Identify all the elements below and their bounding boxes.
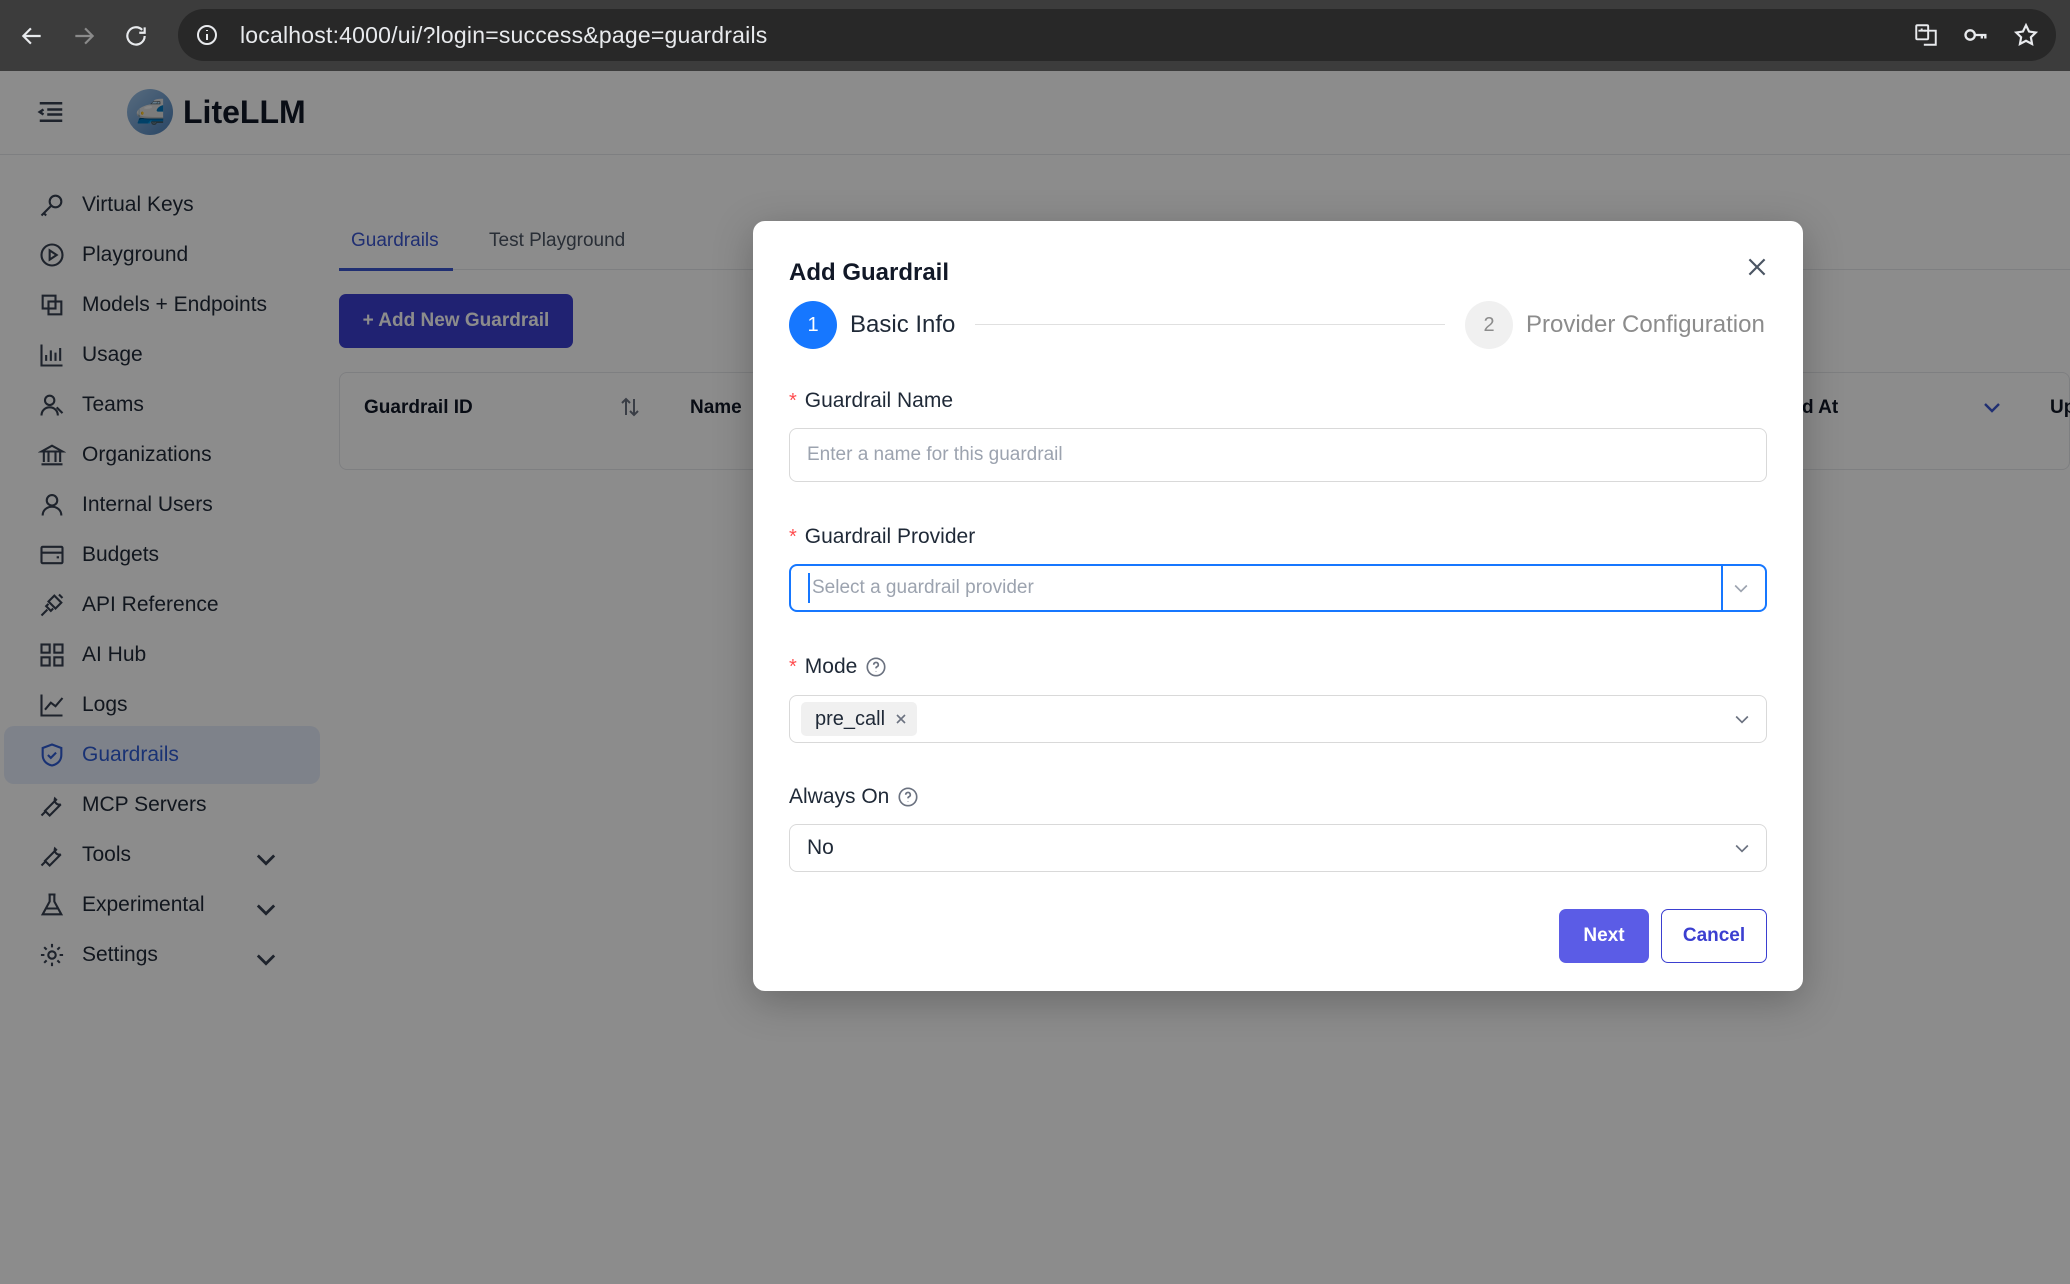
chevron-down-icon[interactable] [1732,838,1752,858]
step-number: 2 [1465,301,1513,349]
mode-tag: pre_call [801,702,918,736]
guardrail-name-input[interactable]: Enter a name for this guardrail [789,428,1767,482]
help-circle-icon[interactable] [897,786,919,808]
mode-label: * Mode [789,655,887,679]
always-on-select[interactable]: No [789,824,1767,872]
address-bar[interactable]: localhost:4000/ui/?login=success&page=gu… [178,9,2056,61]
always-on-label: Always On [789,785,919,809]
remove-tag-icon[interactable] [893,711,909,727]
help-circle-icon[interactable] [865,656,887,678]
next-button[interactable]: Next [1559,909,1649,963]
url-text[interactable]: localhost:4000/ui/?login=success&page=gu… [240,22,767,49]
translate-icon[interactable] [1908,17,1944,53]
browser-toolbar: localhost:4000/ui/?login=success&page=gu… [0,0,2070,71]
cancel-button[interactable]: Cancel [1661,909,1767,963]
site-info-icon[interactable] [192,20,222,50]
tag-label: pre_call [815,707,886,730]
password-key-icon[interactable] [1958,17,1994,53]
close-icon[interactable] [1741,251,1773,283]
chevron-down-icon[interactable] [1731,578,1751,598]
select-placeholder: Select a guardrail provider [812,577,1034,598]
mode-select[interactable]: pre_call [789,695,1767,743]
required-marker: * [789,655,797,678]
select-divider [1721,566,1723,610]
step-label: Provider Configuration [1526,311,1765,338]
back-icon[interactable] [12,16,52,56]
reload-icon[interactable] [116,16,156,56]
field-label-text: Guardrail Name [804,389,954,412]
step-label: Basic Info [850,311,956,338]
guardrail-name-label: * Guardrail Name [789,389,953,413]
select-value: No [807,836,834,859]
input-placeholder: Enter a name for this guardrail [807,444,1063,465]
step-provider-configuration: 2 Provider Configuration [1465,301,1765,349]
required-marker: * [789,389,797,412]
field-label-text: Guardrail Provider [804,525,976,548]
required-marker: * [789,525,797,548]
guardrail-provider-label: * Guardrail Provider [789,525,975,549]
step-connector [975,324,1445,325]
add-guardrail-modal: Add Guardrail 1 Basic Info 2 Provider Co… [753,221,1803,991]
text-cursor [808,573,810,603]
bookmark-star-icon[interactable] [2008,17,2044,53]
chevron-down-icon[interactable] [1732,709,1752,729]
step-number: 1 [789,301,837,349]
field-label-text: Always On [789,785,890,808]
field-label-text: Mode [804,655,858,678]
forward-icon[interactable] [64,16,104,56]
modal-title: Add Guardrail [789,259,950,286]
step-basic-info: 1 Basic Info [789,301,955,349]
guardrail-provider-select[interactable]: Select a guardrail provider [789,564,1767,612]
